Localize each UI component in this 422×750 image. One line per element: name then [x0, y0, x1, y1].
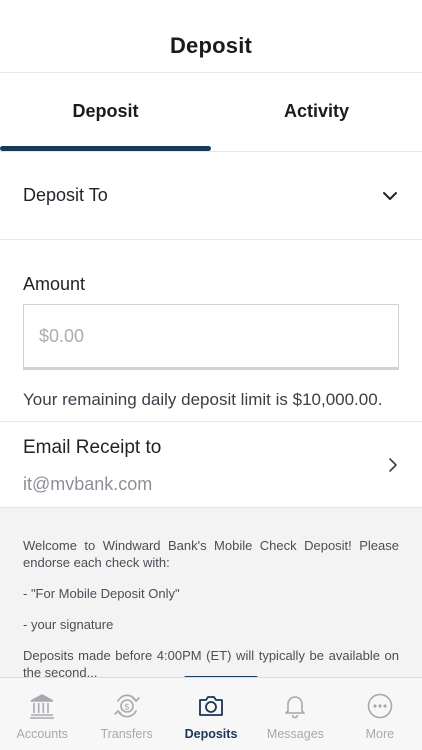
- nav-messages[interactable]: Messages: [253, 678, 337, 750]
- info-paragraph: Deposits made before 4:00PM (ET) will ty…: [23, 648, 399, 677]
- nav-deposits[interactable]: Deposits: [169, 678, 253, 750]
- camera-icon: [199, 696, 223, 716]
- tab-bar: Deposit Activity: [0, 73, 422, 152]
- email-receipt-value: it@mvbank.com: [23, 474, 153, 494]
- info-paragraph: - your signature: [23, 617, 114, 632]
- deposit-limit-text: Your remaining daily deposit limit is $1…: [23, 390, 383, 409]
- bank-icon: [30, 694, 55, 719]
- transfer-icon: $: [113, 694, 140, 718]
- nav-label: Accounts: [16, 727, 68, 741]
- nav-label: More: [365, 727, 395, 741]
- app-header: Deposit: [0, 0, 422, 73]
- amount-input[interactable]: [23, 304, 399, 370]
- nav-transfers[interactable]: $ Transfers: [84, 678, 168, 750]
- nav-label: Deposits: [184, 727, 238, 741]
- amount-label: Amount: [23, 274, 86, 294]
- svg-text:$: $: [124, 703, 130, 713]
- nav-label: Transfers: [100, 727, 153, 741]
- bell-icon: [285, 696, 306, 719]
- tab-deposit[interactable]: Deposit: [0, 73, 211, 151]
- nav-label: Messages: [266, 727, 324, 741]
- page-title: Deposit: [169, 33, 253, 58]
- info-panel: Welcome to Windward Bank's Mobile Check …: [0, 507, 422, 677]
- email-receipt-label: Email Receipt to: [23, 437, 162, 458]
- more-icon: [367, 693, 393, 719]
- nav-more[interactable]: More: [338, 678, 422, 750]
- chevron-down-icon: [383, 191, 397, 200]
- tab-activity[interactable]: Activity: [211, 73, 422, 151]
- deposit-to-select[interactable]: Deposit To: [0, 152, 422, 240]
- deposit-to-label: Deposit To: [23, 185, 108, 205]
- info-paragraph: Welcome to Windward Bank's Mobile Check …: [23, 538, 399, 570]
- info-paragraph: - "For Mobile Deposit Only": [23, 586, 180, 601]
- email-receipt-row[interactable]: Email Receipt to it@mvbank.com: [0, 421, 422, 507]
- bottom-nav: Accounts $ Transfers Deposits Messages M…: [0, 677, 422, 750]
- chevron-right-icon: [389, 458, 397, 472]
- nav-accounts[interactable]: Accounts: [0, 678, 84, 750]
